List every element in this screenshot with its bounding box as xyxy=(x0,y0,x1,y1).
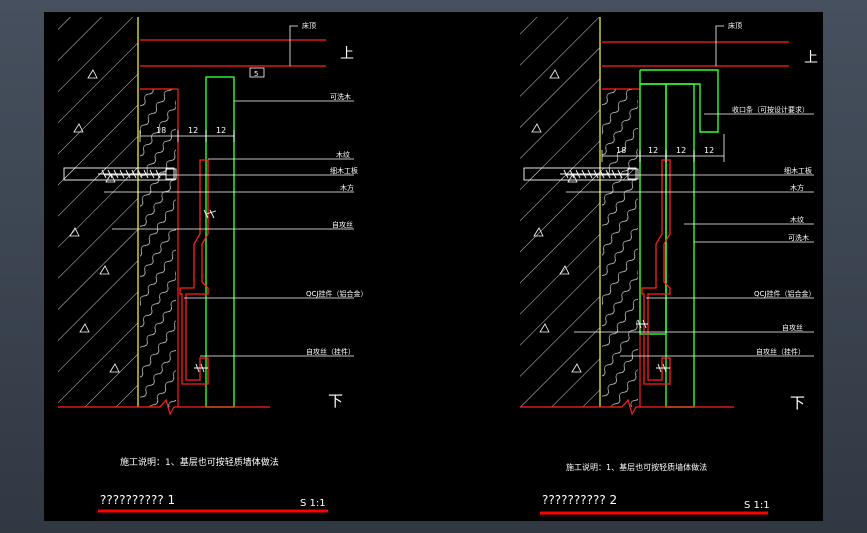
cad-viewport: 18 12 12 5 床顶 上 下 可洗木 木纹 细木工板 木方 自攻丝 QCJ… xyxy=(0,0,867,533)
top-label: 上 xyxy=(340,46,354,62)
ceiling-lines xyxy=(140,39,326,67)
ceiling-lines xyxy=(602,41,789,67)
dim-12-a: 12 xyxy=(188,126,198,135)
dim-12-b: 12 xyxy=(676,146,686,155)
bottom-label: 下 xyxy=(790,394,805,412)
callout-5: QCJ挂件（铝合金） xyxy=(754,289,815,298)
qcj-hanger-profile xyxy=(179,159,209,385)
wood-base-board xyxy=(602,89,638,407)
detail-drawings: 18 12 12 5 床顶 上 下 可洗木 木纹 细木工板 木方 自攻丝 QCJ… xyxy=(58,17,818,515)
dim-12-b: 12 xyxy=(216,126,226,135)
edge-trim xyxy=(639,69,719,133)
callout-7: 自攻丝（挂件） xyxy=(756,347,805,356)
detail-title: ?????????? 1 xyxy=(100,493,175,507)
callout-3: 木方 xyxy=(340,183,354,192)
callout-labels: 收口条（可按设计要求） 细木工板 木方 木纹 可洗木 QCJ挂件（铝合金） 自攻… xyxy=(732,105,815,356)
callout-6: 自攻丝（挂件） xyxy=(306,347,355,356)
callout-0: 收口条（可按设计要求） xyxy=(732,105,809,114)
callout-2: 木方 xyxy=(790,183,804,192)
ceiling-callout: 床顶 xyxy=(728,21,742,30)
callout-labels: 可洗木 木纹 细木工板 木方 自攻丝 QCJ挂件（铝合金） 自攻丝（挂件） xyxy=(306,92,367,356)
callout-4: 自攻丝 xyxy=(332,220,353,229)
callout-5: QCJ挂件（铝合金） xyxy=(306,289,367,298)
detail-1: 18 12 12 5 床顶 上 下 可洗木 木纹 细木工板 木方 自攻丝 QCJ… xyxy=(58,17,367,513)
callout-6: 自攻丝 xyxy=(782,323,803,332)
callout-2: 细木工板 xyxy=(330,166,358,175)
dim-18: 18 xyxy=(156,126,166,135)
detail-2: 18 12 12 12 床顶 上 下 收口条（可按设计要求） 细木工板 木方 木… xyxy=(520,17,818,515)
concrete-wall-hatch xyxy=(58,17,138,407)
callout-0: 可洗木 xyxy=(330,92,351,101)
wood-base-board xyxy=(140,89,176,407)
callout-1: 木纹 xyxy=(336,150,350,159)
detail-title: ?????????? 2 xyxy=(542,493,617,507)
callout-3: 木纹 xyxy=(790,215,804,224)
concrete-wall-hatch xyxy=(520,17,600,407)
dim-12-a: 12 xyxy=(648,146,658,155)
gap-dim: 5 xyxy=(254,70,258,78)
ceiling-callout: 床顶 xyxy=(302,21,316,30)
drawing-sheet: 18 12 12 5 床顶 上 下 可洗木 木纹 细木工板 木方 自攻丝 QCJ… xyxy=(44,12,823,521)
detail-scale: S 1:1 xyxy=(744,500,770,511)
bottom-label: 下 xyxy=(328,392,343,410)
callout-1: 细木工板 xyxy=(784,166,812,175)
dim-12-c: 12 xyxy=(704,146,714,155)
top-label: 上 xyxy=(804,50,818,66)
construction-note: 施工说明：1、基层也可按轻质墙体做法 xyxy=(120,456,279,468)
dim-18: 18 xyxy=(616,146,626,155)
construction-note: 施工说明：1、基层也可按轻质墙体做法 xyxy=(566,462,707,472)
callout-4: 可洗木 xyxy=(788,233,809,242)
detail-scale: S 1:1 xyxy=(300,498,326,509)
